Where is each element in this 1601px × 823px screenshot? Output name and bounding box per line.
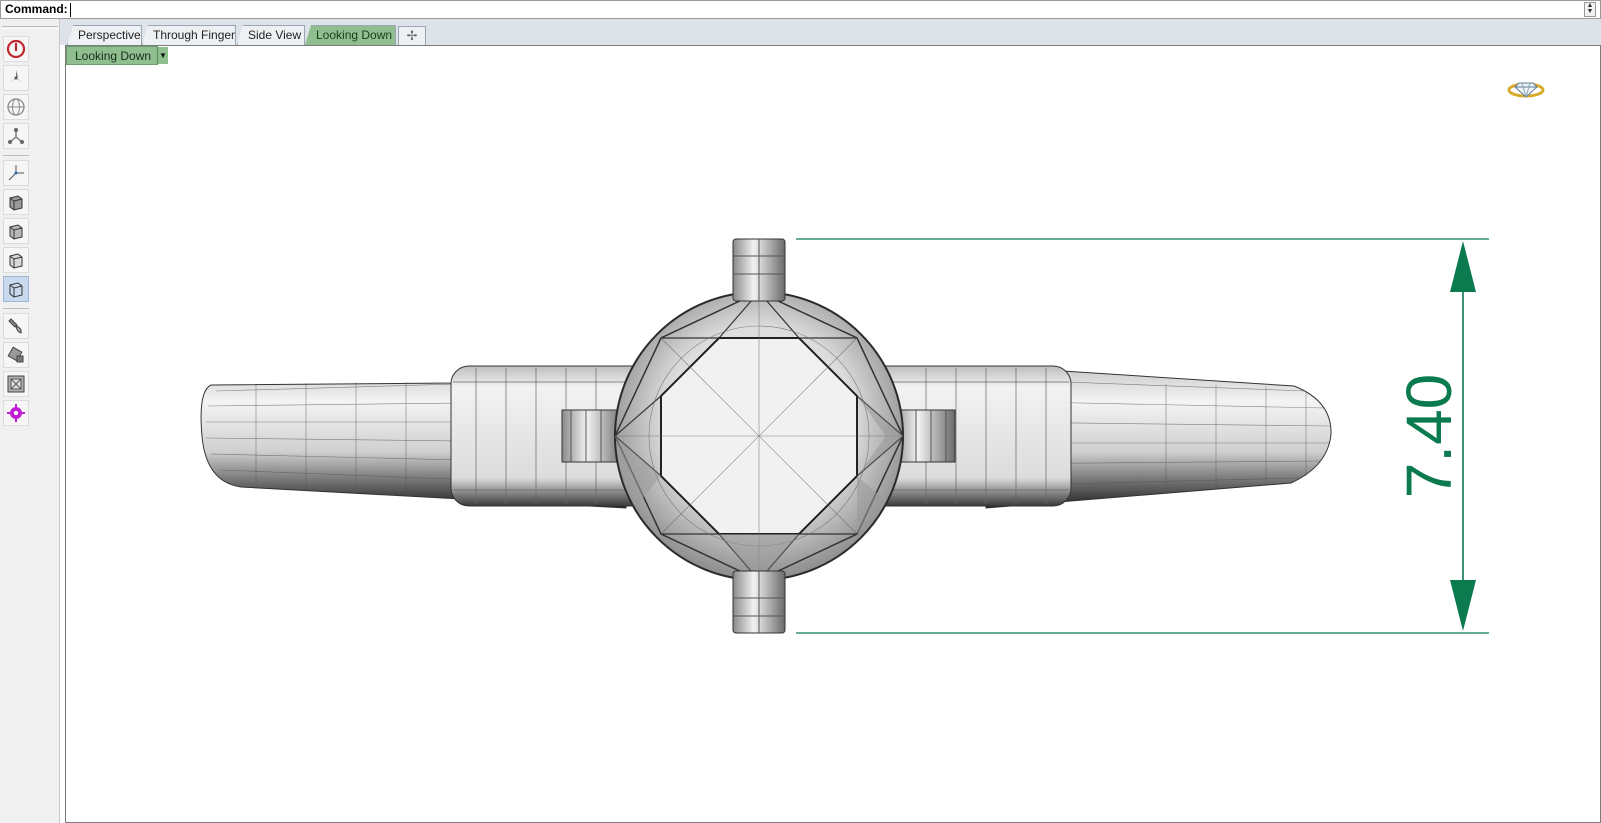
tab-label: Perspective [78, 28, 141, 42]
cube-ghosted-icon[interactable] [3, 247, 29, 273]
paint-bucket-icon[interactable] [3, 342, 29, 368]
toolbar-separator [3, 155, 29, 156]
tab-label: Through Finger [153, 28, 236, 42]
caret-down-icon: ▼ [159, 51, 167, 60]
tab-label: Side View [248, 28, 302, 42]
cube-rendered-icon[interactable] [3, 218, 29, 244]
power-icon[interactable] [3, 36, 29, 62]
tab-looking-down[interactable]: Looking Down [305, 25, 396, 45]
add-tab-button[interactable]: ✢ [398, 26, 426, 45]
dimension-arrow-bottom [1450, 580, 1476, 631]
bottom-prong [732, 570, 786, 634]
dimension-arrow-top [1450, 241, 1476, 292]
viewport-tabbar: Perspective Through Finger Side View Loo… [60, 19, 1601, 45]
globe-icon[interactable] [3, 94, 29, 120]
cube-shaded-icon[interactable] [3, 189, 29, 215]
viewport-title-label: Looking Down [75, 49, 152, 63]
top-prong [732, 238, 786, 302]
cube-wireframe-icon[interactable] [3, 276, 29, 302]
plus-icon: ✢ [406, 28, 418, 43]
network-nodes-icon[interactable] [3, 123, 29, 149]
looking-down-viewport[interactable]: 7.40 Looking Down ▼ [65, 45, 1601, 823]
magenta-gear-icon[interactable] [3, 400, 29, 426]
render-frame-icon[interactable] [3, 371, 29, 397]
left-toolbar [0, 19, 60, 823]
diamond-ring-icon[interactable] [1506, 74, 1546, 100]
axis-tripod-icon[interactable] [3, 160, 29, 186]
tab-perspective[interactable]: Perspective [67, 25, 142, 45]
command-input[interactable] [71, 2, 1581, 17]
tab-side-view[interactable]: Side View [237, 25, 305, 45]
toolbar-grip[interactable] [2, 26, 58, 29]
command-history-spinner[interactable]: ▲ ▼ [1584, 2, 1596, 17]
propeller-icon[interactable] [3, 65, 29, 91]
command-label: Command: [5, 2, 68, 16]
dimension-value: 7.40 [1393, 374, 1465, 499]
command-bar: Command: ▲ ▼ [0, 0, 1601, 19]
tab-label: Looking Down [316, 28, 393, 42]
ring-model-scene: 7.40 [200, 238, 1489, 634]
tab-through-finger[interactable]: Through Finger [142, 25, 236, 45]
brush-icon[interactable] [3, 313, 29, 339]
viewport-title[interactable]: Looking Down [66, 46, 159, 65]
round-gemstone [614, 291, 904, 581]
viewport-menu-dropdown[interactable]: ▼ [157, 47, 168, 64]
toolbar-separator [3, 308, 29, 309]
